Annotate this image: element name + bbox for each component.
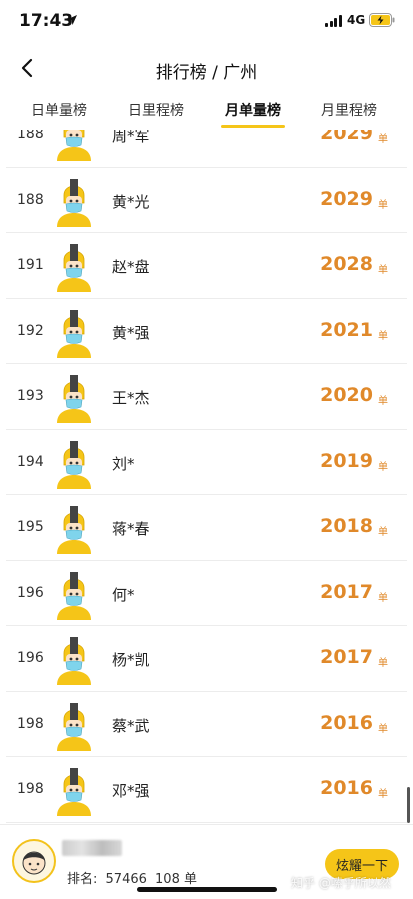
location-arrow-icon (67, 15, 77, 25)
rank-number: 188 (17, 191, 44, 208)
signal-icon (325, 15, 342, 27)
ranking-row[interactable]: 188 黄*光 2029 单 (0, 168, 413, 233)
rider-avatar-icon (55, 371, 93, 423)
watermark: 知乎 @嗦乎所以然 (291, 876, 391, 890)
rank-number: 191 (17, 257, 44, 273)
rank-label: 排名: (67, 872, 98, 887)
order-count: 2021 (320, 318, 373, 341)
rider-avatar-icon (55, 437, 93, 489)
ranking-row[interactable]: 193 王*杰 2020 单 (0, 364, 413, 430)
rider-name: 王*杰 (112, 389, 150, 407)
my-rank-bar: 排名: 57466 108 单 炫耀一下 知乎 @嗦乎所以然 (0, 824, 413, 899)
order-unit: 单 (378, 265, 388, 276)
order-count: 2029 (320, 187, 373, 210)
rank-number: 196 (17, 650, 44, 666)
rider-avatar-icon (55, 175, 93, 227)
order-count: 2018 (320, 515, 373, 537)
rank-value: 57466 (105, 872, 147, 887)
tab-monthly-mileage[interactable]: 月里程榜 (309, 100, 389, 120)
rank-number: 188 (17, 130, 44, 142)
rider-avatar-icon (55, 130, 93, 161)
rank-number: 192 (17, 322, 44, 339)
rider-name: 周*军 (112, 130, 150, 145)
ranking-list[interactable]: 188 周*军 2029 单 188 黄*光 2029 单 191 赵*盘 2028 单 192 黄*强 2… (0, 130, 413, 824)
order-unit: 单 (378, 461, 388, 473)
order-unit: 单 (378, 396, 388, 407)
battery-charging-icon (369, 13, 395, 27)
order-unit: 单 (378, 527, 388, 538)
rider-name: 蔡*武 (112, 716, 150, 735)
order-unit: 单 (378, 789, 388, 800)
ranking-row[interactable]: 196 杨*凯 2017 单 (0, 626, 413, 692)
ranking-row[interactable]: 198 蔡*武 2016 单 (0, 692, 413, 757)
orders-value: 108 单 (155, 872, 197, 887)
ranking-row[interactable]: 198 邓*强 2016 单 (0, 757, 413, 823)
rider-name: 何* (112, 585, 135, 604)
tab-daily-mileage[interactable]: 日里程榜 (116, 100, 196, 120)
my-name-redacted (62, 840, 122, 856)
rank-number: 198 (17, 715, 44, 732)
rider-name: 黄*光 (112, 192, 150, 211)
order-count: 2029 (320, 130, 373, 144)
rank-number: 195 (17, 519, 44, 535)
order-count: 2017 (320, 646, 373, 668)
home-indicator[interactable] (137, 887, 277, 892)
my-avatar (12, 839, 56, 883)
network-label: 4G (347, 13, 366, 27)
order-count: 2028 (320, 253, 373, 275)
rider-name: 蒋*春 (112, 520, 150, 538)
order-unit: 单 (378, 134, 388, 145)
order-unit: 单 (378, 723, 388, 735)
status-bar: 17:43 4G (0, 0, 413, 44)
order-count: 2017 (320, 580, 373, 603)
rank-number: 194 (17, 453, 44, 470)
ranking-row[interactable]: 192 黄*强 2021 单 (0, 299, 413, 364)
ranking-tabs: 日单量榜 日里程榜 月单量榜 月里程榜 (0, 94, 413, 130)
ranking-row[interactable]: 191 赵*盘 2028 单 (0, 233, 413, 299)
order-unit: 单 (378, 199, 388, 211)
rider-avatar-icon (55, 306, 93, 358)
order-count: 2020 (320, 384, 373, 406)
rider-name: 赵*盘 (112, 258, 150, 276)
order-unit: 单 (378, 330, 388, 342)
order-count: 2016 (320, 777, 373, 799)
order-count: 2019 (320, 449, 373, 472)
person-avatar-icon (22, 851, 46, 875)
active-tab-indicator (221, 125, 285, 128)
ranking-row[interactable]: 195 蒋*春 2018 单 (0, 495, 413, 561)
tab-monthly-orders[interactable]: 月单量榜 (213, 100, 293, 120)
order-unit: 单 (378, 658, 388, 669)
my-rank-summary: 排名: 57466 108 单 (67, 868, 201, 887)
ranking-row[interactable]: 196 何* 2017 单 (0, 561, 413, 626)
rider-name: 黄*强 (112, 323, 150, 342)
ranking-row[interactable]: 188 周*军 2029 单 (0, 130, 413, 168)
rider-avatar-icon (55, 633, 93, 685)
status-time: 17:43 (19, 11, 74, 31)
rank-number: 196 (17, 584, 44, 601)
leaderboard-screen: 17:43 4G 排行榜 / 广州 日单量榜 日里程榜 月单量榜 月里程榜 18… (0, 0, 413, 899)
rider-avatar-icon (55, 240, 93, 292)
rank-number: 193 (17, 388, 44, 404)
row-divider (6, 821, 407, 823)
page-title: 排行榜 / 广州 (155, 63, 258, 83)
rider-avatar-icon (55, 764, 93, 816)
rider-avatar-icon (55, 699, 93, 751)
order-count: 2016 (320, 711, 373, 734)
order-unit: 单 (378, 592, 388, 604)
ranking-row[interactable]: 194 刘* 2019 单 (0, 430, 413, 495)
nav-bar: 排行榜 / 广州 (0, 44, 413, 94)
rank-number: 198 (17, 781, 44, 797)
rider-name: 刘* (112, 454, 135, 473)
tab-daily-orders[interactable]: 日单量榜 (19, 100, 99, 120)
rider-name: 邓*强 (112, 782, 150, 800)
scrollbar[interactable] (407, 787, 410, 823)
rider-name: 杨*凯 (112, 651, 150, 669)
rider-avatar-icon (55, 568, 93, 620)
rider-avatar-icon (55, 502, 93, 554)
